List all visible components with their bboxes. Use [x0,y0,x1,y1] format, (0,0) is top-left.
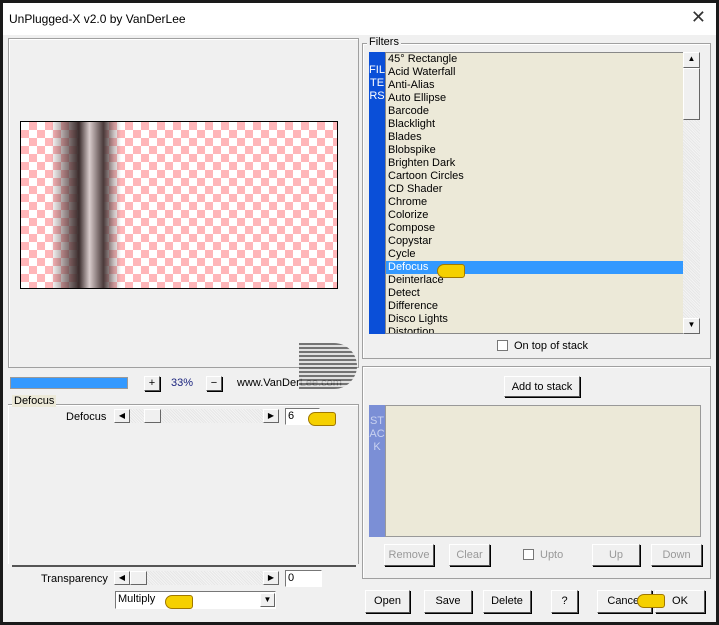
scroll-right-icon[interactable]: ▶ [263,409,279,423]
dialog-window: UnPlugged-X v2.0 by VanDerLee ✕ + 33% − … [3,3,716,622]
on-top-checkbox[interactable] [497,340,508,351]
chevron-down-icon[interactable]: ▼ [260,593,275,607]
close-icon[interactable]: ✕ [691,7,706,28]
up-button[interactable]: Up [592,544,640,566]
save-button[interactable]: Save [424,590,472,613]
pointer-hand-icon [637,594,665,608]
on-top-label: On top of stack [514,340,588,352]
filter-item[interactable]: Brighten Dark [386,157,683,170]
transparency-label: Transparency [41,573,108,585]
transparency-slider[interactable]: ◀ ▶ [114,571,279,585]
zoom-in-button[interactable]: + [144,376,160,391]
filters-list[interactable]: 45° Rectangle Acid Waterfall Anti-Alias Aut… [385,52,684,334]
remove-button[interactable]: Remove [384,544,434,566]
filter-item[interactable]: Compose [386,222,683,235]
down-button[interactable]: Down [651,544,702,566]
filters-scrollbar[interactable]: ▲ ▼ [683,52,700,334]
filter-item[interactable]: Defocus [386,261,683,274]
zoom-out-button[interactable]: − [206,376,222,391]
preview-image [20,121,338,289]
defocus-group-label: Defocus [12,395,57,407]
title-bar: UnPlugged-X v2.0 by VanDerLee ✕ [3,3,716,35]
transparency-value-input[interactable]: 0 [285,570,322,587]
filters-group-label: Filters [367,36,401,48]
filter-item[interactable]: Blobspike [386,144,683,157]
pointer-hand-icon [308,412,336,426]
zoom-level: 33% [171,377,194,389]
filter-item[interactable]: Cycle [386,248,683,261]
filter-item[interactable]: Detect [386,287,683,300]
divider [12,565,356,567]
scroll-left-icon[interactable]: ◀ [114,571,130,585]
clear-button[interactable]: Clear [449,544,490,566]
watermark-logo [299,343,357,389]
blend-mode-value: Multiply [118,593,156,605]
filter-item[interactable]: Acid Waterfall [386,66,683,79]
filter-item[interactable]: CD Shader [386,183,683,196]
open-button[interactable]: Open [365,590,410,613]
defocus-param-label: Defocus [66,411,107,423]
slider-thumb[interactable] [130,571,147,585]
preview-content [51,122,121,288]
help-button[interactable]: ? [551,590,578,613]
filter-item[interactable]: Barcode [386,105,683,118]
blend-mode-select[interactable]: Multiply ▼ [115,591,276,609]
filter-item[interactable]: Deinterlace [386,274,683,287]
stack-list[interactable] [385,405,701,537]
filter-item[interactable]: Auto Ellipse [386,92,683,105]
scroll-up-icon[interactable]: ▲ [683,52,700,68]
upto-checkbox[interactable] [523,549,534,560]
delete-button[interactable]: Delete [483,590,531,613]
filter-item[interactable]: Blades [386,131,683,144]
pointer-hand-icon [165,595,193,609]
filter-item[interactable]: Cartoon Circles [386,170,683,183]
scroll-left-icon[interactable]: ◀ [114,409,130,423]
upto-label: Upto [540,549,564,561]
filter-item[interactable]: Blacklight [386,118,683,131]
defocus-slider[interactable]: ◀ ▶ [114,409,279,423]
add-to-stack-button[interactable]: Add to stack [504,376,580,397]
defocus-group [8,404,359,564]
filter-item[interactable]: Disco Lights [386,313,683,326]
stack-band: STACK [369,405,385,537]
filter-item[interactable]: Difference [386,300,683,313]
filter-item[interactable]: Distortion [386,326,683,333]
filter-item[interactable]: Colorize [386,209,683,222]
scroll-right-icon[interactable]: ▶ [263,571,279,585]
filter-item[interactable]: 45° Rectangle [386,53,683,66]
window-title: UnPlugged-X v2.0 by VanDerLee [9,12,186,26]
scroll-down-icon[interactable]: ▼ [683,318,700,334]
filters-band: FILTERS [369,52,385,334]
filter-item[interactable]: Copystar [386,235,683,248]
progress-bar [10,377,128,389]
filter-item[interactable]: Anti-Alias [386,79,683,92]
scroll-thumb[interactable] [683,68,700,120]
filter-item[interactable]: Chrome [386,196,683,209]
slider-thumb[interactable] [144,409,161,423]
pointer-hand-icon [437,264,465,278]
